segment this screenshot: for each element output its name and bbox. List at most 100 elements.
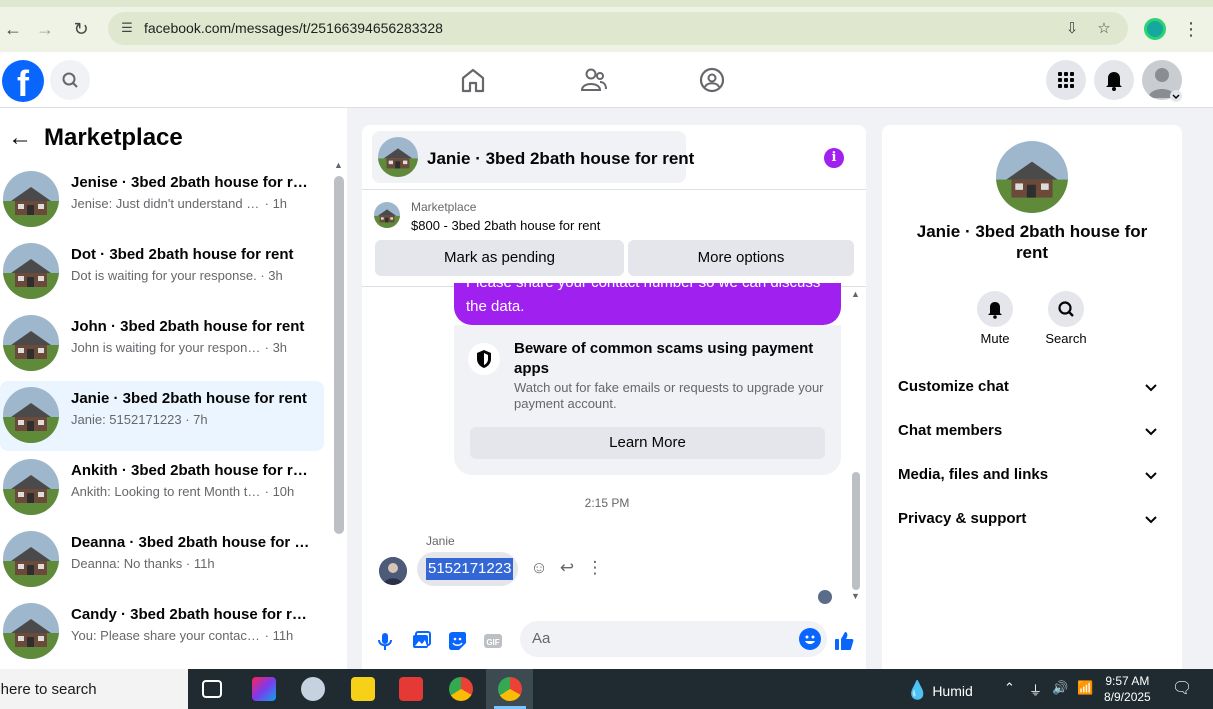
conversation-item[interactable]: Janie · 3bed 2bath house for rent Janie: … (0, 381, 324, 451)
browser-menu-icon[interactable]: ⋮ (1182, 17, 1200, 41)
conversation-preview: Jenise: Just didn't understand the c... … (71, 196, 321, 211)
incoming-message[interactable]: 5152171223 (417, 552, 518, 586)
weather-widget[interactable]: 💧 Humid (906, 680, 973, 701)
conversation-name: Ankith · 3bed 2bath house for re... (71, 462, 311, 479)
preview-separator: · (261, 196, 273, 211)
site-info-icon[interactable]: ☰ (118, 19, 136, 37)
listing-title[interactable]: $800 - 3bed 2bath house for rent (411, 218, 600, 233)
reply-icon[interactable]: ↩ (556, 557, 578, 579)
preview-time: 1h (272, 196, 288, 211)
chat-scroll-down-icon[interactable]: ▼ (851, 591, 860, 601)
preview-separator: · (261, 628, 273, 643)
more-options-label: More options (697, 249, 785, 266)
preview-separator: · (182, 556, 194, 571)
usb-icon[interactable]: ⏚ (1029, 680, 1042, 699)
task-view-icon[interactable] (202, 680, 222, 698)
microphone-icon[interactable] (373, 629, 397, 653)
info-row[interactable]: Privacy & support (898, 510, 1166, 534)
gif-icon[interactable]: GIF (481, 629, 505, 653)
chrome-icon[interactable] (449, 677, 473, 701)
info-icon[interactable]: i (824, 148, 844, 168)
facebook-logo-icon[interactable]: f (2, 60, 44, 102)
back-arrow-icon[interactable]: ← (8, 124, 34, 152)
emoji-icon[interactable] (799, 628, 821, 650)
info-row[interactable]: Chat members (898, 422, 1166, 446)
outgoing-message: Please share your contact number so we c… (454, 283, 841, 325)
paint-icon[interactable] (301, 677, 325, 701)
taskbar-clock[interactable]: 9:57 AM 8/9/2025 (1104, 673, 1151, 705)
show-hidden-icons-icon[interactable]: ⌃ (1004, 680, 1015, 696)
url-text[interactable]: facebook.com/messages/t/2516639465628332… (144, 20, 443, 36)
copilot-icon[interactable] (252, 677, 276, 701)
conversation-item[interactable]: Ankith · 3bed 2bath house for re... Ankit… (0, 453, 324, 523)
scrollbar[interactable] (334, 176, 344, 534)
conversation-item[interactable]: John · 3bed 2bath house for rent John is … (0, 309, 324, 379)
search-button[interactable] (50, 60, 90, 100)
network-icon[interactable]: 📶 (1077, 680, 1093, 696)
like-thumb-icon[interactable] (832, 629, 856, 653)
conversation-thumbnail (3, 459, 59, 515)
install-app-icon[interactable]: ⇩ (1062, 19, 1082, 39)
mute-button[interactable] (977, 291, 1013, 327)
account-chevron-icon[interactable] (1170, 90, 1182, 102)
react-emoji-icon[interactable]: ☺ (528, 557, 550, 579)
chevron-down-icon (1145, 516, 1157, 524)
conversation-preview: Deanna: No thanks · 11h (71, 556, 321, 571)
marketplace-label: Marketplace (411, 200, 477, 214)
mark-pending-label: Mark as pending (444, 249, 555, 266)
outgoing-line-1: Please share your contact number so we c… (466, 283, 820, 291)
conversation-item[interactable]: Dot · 3bed 2bath house for rent Dot is wa… (0, 237, 324, 307)
more-actions-icon[interactable]: ⋮ (584, 557, 606, 579)
conversation-name: Candy · 3bed 2bath house for rent (71, 606, 311, 623)
address-bar[interactable]: ☰ facebook.com/messages/t/25166394656283… (108, 12, 1128, 45)
preview-separator: · (261, 484, 273, 499)
conversation-thumbnail (3, 315, 59, 371)
chat-scrollbar[interactable] (852, 472, 860, 590)
extension-icon[interactable] (1144, 18, 1166, 40)
search-icon (62, 72, 78, 88)
sticker-icon[interactable] (445, 629, 469, 653)
scam-body: Watch out for fake emails or requests to… (514, 380, 824, 411)
sender-avatar[interactable] (379, 557, 407, 585)
bookmark-star-icon[interactable]: ☆ (1094, 19, 1114, 39)
conversation-thumbnail (3, 171, 59, 227)
incoming-message-text[interactable]: 5152171223 (426, 558, 514, 580)
notifications-bell-icon[interactable] (1094, 60, 1134, 100)
back-arrow-icon[interactable]: ← (0, 16, 26, 42)
chrome-active-icon[interactable] (498, 677, 522, 701)
info-row[interactable]: Customize chat (898, 378, 1166, 402)
info-row[interactable]: Media, files and links (898, 466, 1166, 490)
conversation-item[interactable]: Candy · 3bed 2bath house for rent You: Pl… (0, 597, 324, 667)
conversation-item[interactable]: Deanna · 3bed 2bath house for r... Deanna… (0, 525, 324, 595)
preview-text: Jenise: Just didn't understand the c... (71, 196, 261, 211)
menu-grid-icon[interactable] (1046, 60, 1086, 100)
scroll-up-arrow-icon[interactable]: ▲ (334, 160, 343, 170)
reload-icon[interactable]: ↻ (68, 16, 94, 42)
home-icon[interactable] (458, 65, 488, 95)
notification-center-icon[interactable]: 🗨 (1172, 678, 1192, 698)
more-options-button[interactable]: More options (628, 240, 854, 276)
house-thumbnail (378, 137, 418, 177)
clock-date: 8/9/2025 (1104, 690, 1151, 704)
friends-icon[interactable] (578, 65, 608, 95)
taskbar-search[interactable]: Type here to search (0, 669, 188, 709)
learn-more-button[interactable]: Learn More (470, 427, 825, 459)
preview-time: 11h (193, 556, 215, 571)
forward-arrow-icon[interactable]: → (32, 16, 58, 42)
groups-icon[interactable] (697, 65, 727, 95)
sticky-notes-icon[interactable] (351, 677, 375, 701)
marketplace-heading: ← Marketplace (8, 124, 183, 152)
bell-icon (988, 302, 1002, 319)
message-input[interactable]: Aa (520, 621, 827, 657)
message-placeholder: Aa (532, 630, 551, 647)
volume-icon[interactable]: 🔊 (1052, 680, 1068, 696)
anydesk-icon[interactable] (399, 677, 423, 701)
photo-icon[interactable] (409, 629, 433, 653)
search-chat-button[interactable] (1048, 291, 1084, 327)
conversation-item[interactable]: Jenise · 3bed 2bath house for rent Jenise… (0, 165, 324, 235)
marketplace-listing-bar: Marketplace $800 - 3bed 2bath house for … (362, 189, 866, 287)
chat-header[interactable]: Janie · 3bed 2bath house for rent (372, 131, 694, 183)
mark-as-pending-button[interactable]: Mark as pending (375, 240, 624, 276)
chevron-down-icon (1145, 472, 1157, 480)
chat-scroll-up-icon[interactable]: ▲ (851, 289, 860, 299)
